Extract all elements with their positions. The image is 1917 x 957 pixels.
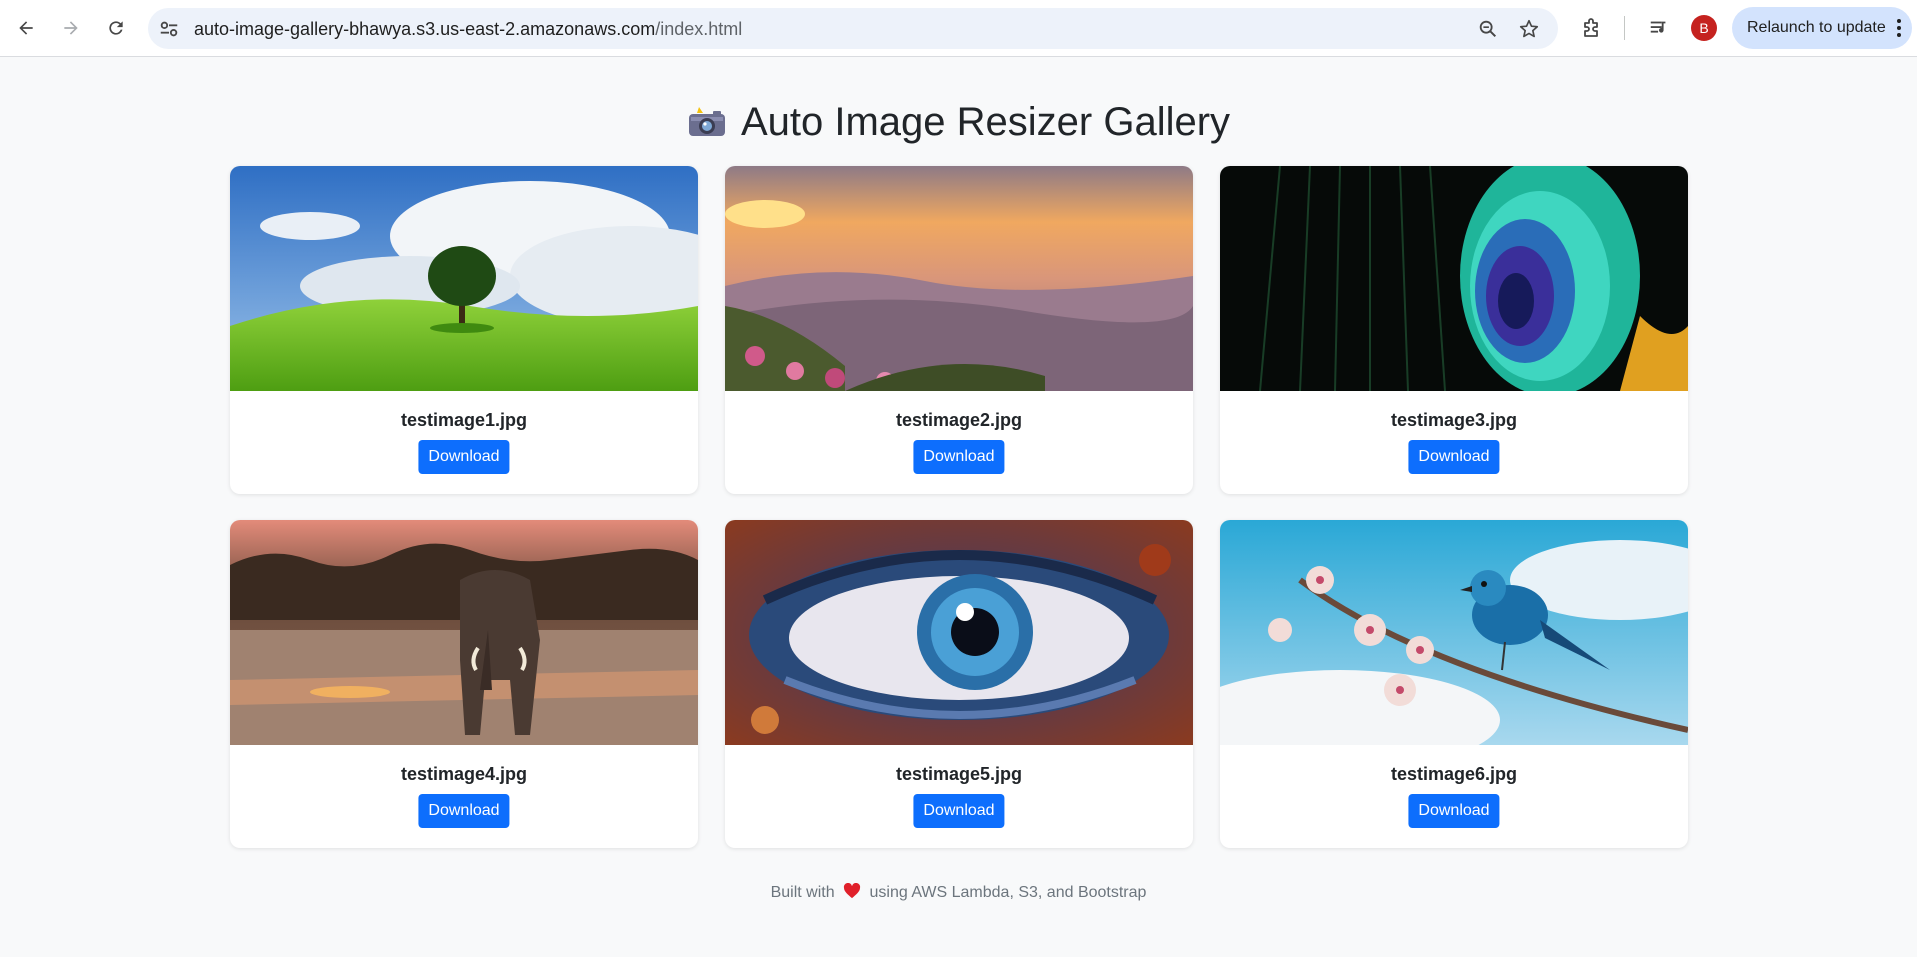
image-filename: testimage5.jpg [895,764,1023,784]
gallery-image[interactable] [1220,166,1688,391]
gallery-card: testimage4.jpg Download [230,520,698,848]
download-button[interactable]: Download [1408,440,1500,474]
url-text[interactable]: auto-image-gallery-bhawya.s3.us-east-2.a… [194,19,742,40]
camera-with-flash-icon [687,102,727,136]
site-info-icon[interactable] [158,18,180,40]
more-options-icon[interactable] [1896,16,1902,40]
gallery-image[interactable] [230,520,698,745]
bookmark-star-icon[interactable] [1517,17,1541,41]
toolbar-divider [1624,16,1625,40]
arrow-left-icon [19,21,33,35]
zoom-icon[interactable] [1476,17,1500,41]
download-button[interactable]: Download [913,440,1005,474]
gallery-image[interactable] [725,166,1193,391]
arrow-right-icon [64,21,78,35]
download-button[interactable]: Download [1408,794,1500,828]
download-button[interactable]: Download [913,794,1005,828]
url-host: auto-image-gallery-bhawya.s3.us-east-2.a… [194,19,656,39]
relaunch-label: Relaunch to update [1747,19,1886,36]
gallery-image[interactable] [725,520,1193,745]
gallery-card: testimage2.jpg Download [725,166,1193,494]
page-footer: Built with using AWS Lambda, S3, and Boo… [0,883,1917,902]
gallery-card: testimage6.jpg Download [1220,520,1688,848]
forward-button[interactable] [53,10,89,46]
page-title: Auto Image Resizer Gallery [0,100,1917,145]
gallery-card: testimage5.jpg Download [725,520,1193,848]
gallery-card: testimage3.jpg Download [1220,166,1688,494]
browser-toolbar: auto-image-gallery-bhawya.s3.us-east-2.a… [0,0,1917,57]
image-filename: testimage2.jpg [895,410,1023,430]
image-filename: testimage4.jpg [400,764,528,784]
image-filename: testimage3.jpg [1390,410,1518,430]
download-button[interactable]: Download [418,440,510,474]
heart-icon [844,883,861,899]
address-bar[interactable]: auto-image-gallery-bhawya.s3.us-east-2.a… [148,8,1558,49]
image-filename: testimage6.jpg [1390,764,1518,784]
gallery-image[interactable] [1220,520,1688,745]
media-controls-icon[interactable] [1645,14,1673,42]
gallery-card: testimage1.jpg Download [230,166,698,494]
gallery-image[interactable] [230,166,698,391]
footer-prefix: Built with [770,884,835,901]
download-button[interactable]: Download [418,794,510,828]
footer-suffix: using AWS Lambda, S3, and Bootstrap [869,884,1147,901]
image-filename: testimage1.jpg [400,410,528,430]
reload-button[interactable] [98,10,134,46]
reload-icon [109,21,123,35]
url-path: /index.html [655,19,743,39]
extensions-icon[interactable] [1578,14,1606,42]
relaunch-to-update-button[interactable]: Relaunch to update [1732,7,1912,49]
page-title-text: Auto Image Resizer Gallery [740,100,1231,144]
profile-avatar[interactable]: B [1691,15,1717,41]
back-button[interactable] [8,10,44,46]
